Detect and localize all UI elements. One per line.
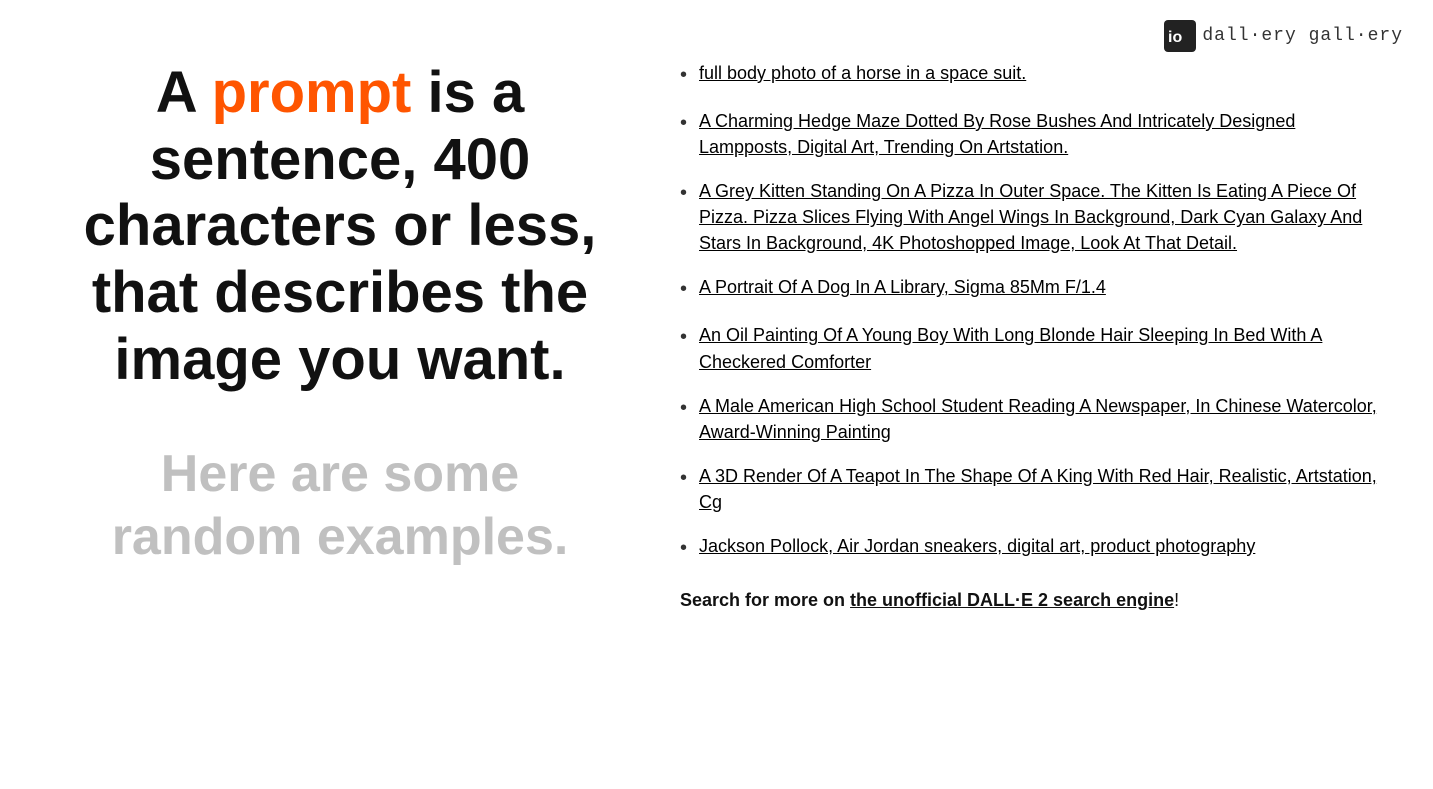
prompt-link[interactable]: Jackson Pollock, Air Jordan sneakers, di…	[699, 533, 1255, 559]
prompt-link[interactable]: A Grey Kitten Standing On A Pizza In Out…	[699, 178, 1380, 256]
search-footer: Search for more on the unofficial DALL·E…	[680, 587, 1380, 614]
headline-highlight: prompt	[212, 60, 412, 125]
list-item: • A Charming Hedge Maze Dotted By Rose Bu…	[680, 108, 1380, 160]
list-item: • A Male American High School Student Rea…	[680, 393, 1380, 445]
bullet-icon: •	[680, 179, 687, 208]
headline: A prompt is a sentence, 400 characters o…	[80, 60, 600, 393]
list-item: • A Grey Kitten Standing On A Pizza In Ou…	[680, 178, 1380, 256]
subheadline: Here are some random examples.	[80, 443, 600, 568]
header: io dall·ery gall·ery	[1164, 20, 1403, 52]
prompt-link[interactable]: full body photo of a horse in a space su…	[699, 60, 1026, 86]
search-suffix: !	[1174, 590, 1179, 610]
prompt-link[interactable]: A Portrait Of A Dog In A Library, Sigma …	[699, 274, 1106, 300]
prompt-link[interactable]: A Male American High School Student Read…	[699, 393, 1380, 445]
left-column: A prompt is a sentence, 400 characters o…	[80, 60, 600, 568]
search-engine-link[interactable]: the unofficial DALL·E 2 search engine	[850, 590, 1174, 610]
bullet-icon: •	[680, 534, 687, 563]
prompt-list: • full body photo of a horse in a space s…	[680, 60, 1380, 563]
prompt-link[interactable]: A 3D Render Of A Teapot In The Shape Of …	[699, 463, 1380, 515]
list-item: • A Portrait Of A Dog In A Library, Sigma…	[680, 274, 1380, 304]
right-column: • full body photo of a horse in a space s…	[680, 60, 1380, 614]
bullet-icon: •	[680, 61, 687, 90]
prompt-link[interactable]: An Oil Painting Of A Young Boy With Long…	[699, 322, 1380, 374]
bullet-icon: •	[680, 464, 687, 493]
bullet-icon: •	[680, 109, 687, 138]
list-item: • full body photo of a horse in a space s…	[680, 60, 1380, 90]
prompt-link[interactable]: A Charming Hedge Maze Dotted By Rose Bus…	[699, 108, 1380, 160]
svg-text:io: io	[1168, 29, 1182, 46]
bullet-icon: •	[680, 323, 687, 352]
list-item: • A 3D Render Of A Teapot In The Shape Of…	[680, 463, 1380, 515]
bullet-icon: •	[680, 394, 687, 423]
logo-icon: io	[1164, 20, 1196, 52]
list-item: • Jackson Pollock, Air Jordan sneakers, d…	[680, 533, 1380, 563]
search-for-more-label: Search for more on	[680, 590, 850, 610]
bullet-icon: •	[680, 275, 687, 304]
headline-part1: A	[156, 60, 212, 125]
list-item: • An Oil Painting Of A Young Boy With Lon…	[680, 322, 1380, 374]
logo-text: dall·ery gall·ery	[1202, 26, 1403, 46]
